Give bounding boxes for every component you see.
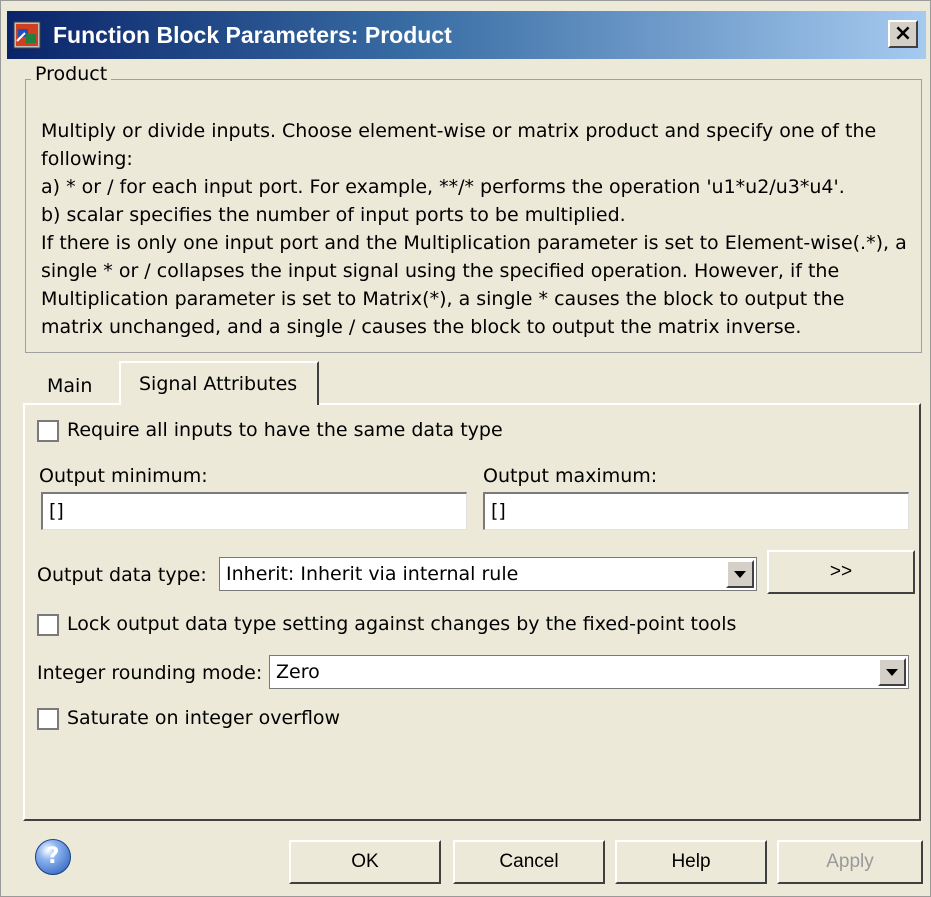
cancel-button[interactable]: Cancel bbox=[453, 840, 605, 884]
output-minimum-input[interactable]: [] bbox=[41, 492, 467, 530]
output-data-type-select[interactable]: Inherit: Inherit via internal rule bbox=[219, 557, 757, 591]
output-data-type-label: Output data type: bbox=[37, 564, 207, 586]
block-description: Multiply or divide inputs. Choose elemen… bbox=[41, 120, 907, 338]
window-title: Function Block Parameters: Product bbox=[53, 22, 452, 48]
lock-output-type-label: Lock output data type setting against ch… bbox=[67, 613, 737, 635]
rounding-mode-label: Integer rounding mode: bbox=[37, 662, 263, 684]
title-bar[interactable]: Function Block Parameters: Product × bbox=[7, 11, 926, 59]
tab-signal-attributes[interactable]: Signal Attributes bbox=[119, 361, 319, 405]
require-same-type-label: Require all inputs to have the same data… bbox=[67, 419, 503, 441]
close-icon: × bbox=[893, 21, 913, 46]
output-maximum-input[interactable]: [] bbox=[483, 492, 909, 530]
lock-output-type-checkbox[interactable] bbox=[37, 614, 59, 636]
ok-button[interactable]: OK bbox=[289, 840, 441, 884]
simulink-block-icon bbox=[13, 21, 41, 49]
require-same-type-checkbox[interactable] bbox=[37, 420, 59, 442]
output-data-type-value: Inherit: Inherit via internal rule bbox=[226, 563, 519, 585]
rounding-mode-value: Zero bbox=[276, 661, 320, 683]
tab-main[interactable]: Main bbox=[31, 365, 115, 405]
saturate-overflow-checkbox[interactable] bbox=[37, 708, 59, 730]
groupbox-title: Product bbox=[31, 63, 112, 85]
help-button[interactable]: Help bbox=[615, 840, 767, 884]
chevron-down-icon[interactable] bbox=[726, 560, 754, 588]
saturate-overflow-label: Saturate on integer overflow bbox=[67, 707, 341, 729]
data-type-assistant-button[interactable]: >> bbox=[767, 550, 915, 594]
tab-label: Signal Attributes bbox=[139, 373, 298, 395]
close-button[interactable]: × bbox=[888, 20, 918, 48]
apply-button[interactable]: Apply bbox=[777, 840, 923, 884]
help-question-icon[interactable]: ? bbox=[35, 839, 71, 875]
output-maximum-label: Output maximum: bbox=[483, 465, 658, 487]
rounding-mode-select[interactable]: Zero bbox=[269, 655, 909, 689]
tab-label: Main bbox=[47, 375, 93, 397]
output-minimum-label: Output minimum: bbox=[39, 465, 208, 487]
chevron-down-icon[interactable] bbox=[878, 658, 906, 686]
dialog-window: Function Block Parameters: Product × Pro… bbox=[0, 0, 931, 897]
